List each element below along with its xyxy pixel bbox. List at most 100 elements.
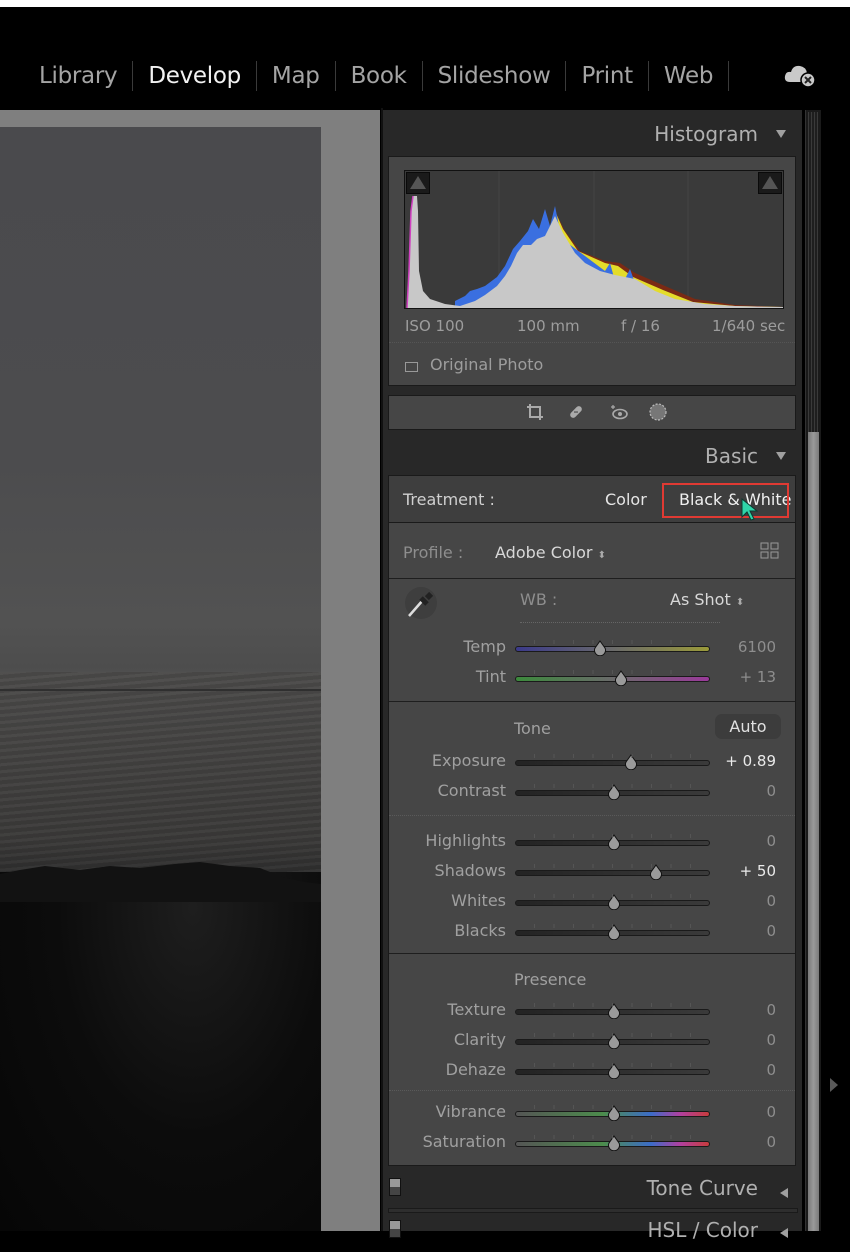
module-library[interactable]: Library: [24, 63, 132, 89]
exposure-value[interactable]: + 0.89: [716, 752, 776, 770]
module-slideshow[interactable]: Slideshow: [423, 63, 566, 89]
module-book[interactable]: Book: [336, 63, 422, 89]
saturation-slider-ticks: [534, 1135, 691, 1139]
module-separator: [728, 61, 730, 91]
tone-curve-panel-header[interactable]: Tone Curve: [383, 1168, 802, 1206]
stepper-arrows-icon: ⬍: [735, 597, 745, 608]
photo-preview[interactable]: [0, 127, 321, 1231]
highlight-annotation-box: [662, 483, 789, 518]
temp-slider-ticks: [534, 640, 691, 644]
histogram-box: ISO 100 100 mm f / 16 1/640 sec Original…: [388, 156, 796, 386]
blacks-slider[interactable]: [515, 924, 710, 940]
right-panel-toggle-icon[interactable]: [830, 1078, 838, 1092]
vibrance-value[interactable]: 0: [716, 1103, 776, 1121]
highlight-clipping-indicator[interactable]: [758, 172, 782, 194]
temp-value[interactable]: 6100: [716, 638, 776, 656]
contrast-value[interactable]: 0: [716, 782, 776, 800]
presence-label: Presence: [514, 970, 587, 989]
histogram-separator: [389, 342, 795, 343]
collapse-triangle-icon[interactable]: [776, 130, 786, 138]
wb-divider: [389, 701, 795, 702]
crop-icon[interactable]: [525, 402, 545, 422]
tint-slider[interactable]: [515, 670, 710, 686]
contrast-slider[interactable]: [515, 784, 710, 800]
tint-value[interactable]: + 13: [716, 668, 776, 686]
expand-triangle-icon[interactable]: [780, 1228, 788, 1238]
highlights-slider[interactable]: [515, 834, 710, 850]
wb-eyedropper-icon[interactable]: [403, 586, 439, 620]
panel-toggle-switch[interactable]: [389, 1220, 401, 1238]
auto-tone-button[interactable]: Auto: [715, 714, 781, 739]
photo-sea: [0, 672, 321, 882]
shadows-slider[interactable]: [515, 864, 710, 880]
vibrance-slider[interactable]: [515, 1105, 710, 1121]
histogram-panel-header[interactable]: Histogram: [383, 112, 802, 154]
shadows-value[interactable]: + 50: [716, 862, 776, 880]
profile-dropdown[interactable]: Adobe Color ⬍: [495, 543, 606, 562]
shadow-clipping-indicator[interactable]: [406, 172, 430, 194]
treatment-label: Treatment :: [403, 490, 495, 509]
exposure-slider-ticks: [534, 754, 691, 758]
dehaze-slider[interactable]: [515, 1063, 710, 1079]
exif-iso: ISO 100: [405, 317, 465, 335]
blacks-label: Blacks: [454, 921, 506, 940]
original-photo-label: Original Photo: [430, 355, 544, 374]
clarity-slider[interactable]: [515, 1033, 710, 1049]
blacks-value[interactable]: 0: [716, 922, 776, 940]
red-eye-icon[interactable]: [609, 402, 629, 422]
texture-value[interactable]: 0: [716, 1001, 776, 1019]
exif-focal-length: 100 mm: [517, 317, 580, 335]
clarity-label: Clarity: [453, 1030, 506, 1049]
basic-panel-body: Treatment : Color Black & White Profile …: [388, 475, 796, 1166]
panel-toggle-switch[interactable]: [389, 1178, 401, 1196]
saturation-label: Saturation: [422, 1132, 506, 1151]
exposure-slider[interactable]: [515, 754, 710, 770]
blacks-slider-ticks: [534, 924, 691, 928]
window-top-edge: [0, 0, 850, 7]
healing-icon[interactable]: [566, 402, 586, 422]
scrollbar-track[interactable]: [808, 112, 818, 432]
histogram-title: Histogram: [654, 122, 758, 146]
basic-title: Basic: [705, 444, 758, 468]
panel-scrollbar[interactable]: [805, 110, 821, 1231]
basic-panel-header[interactable]: Basic: [383, 434, 802, 476]
module-print[interactable]: Print: [566, 63, 647, 89]
profile-browser-grid-icon[interactable]: [760, 542, 780, 560]
texture-slider[interactable]: [515, 1003, 710, 1019]
cloud-sync-error-icon[interactable]: [784, 62, 818, 88]
clarity-value[interactable]: 0: [716, 1031, 776, 1049]
dehaze-label: Dehaze: [445, 1060, 506, 1079]
treatment-color-button[interactable]: Color: [605, 490, 647, 509]
photo-rocks: [0, 872, 321, 1231]
photo-canvas[interactable]: [0, 110, 380, 1231]
module-web[interactable]: Web: [649, 63, 728, 89]
masking-icon[interactable]: [648, 402, 668, 422]
module-develop[interactable]: Develop: [133, 63, 256, 89]
tone-divider: [389, 815, 795, 816]
expand-triangle-icon[interactable]: [780, 1188, 788, 1198]
module-map[interactable]: Map: [257, 63, 335, 89]
wb-dropdown[interactable]: As Shot ⬍: [670, 590, 744, 609]
stepper-arrows-icon: ⬍: [597, 550, 606, 561]
exif-aperture: f / 16: [621, 317, 660, 335]
whites-value[interactable]: 0: [716, 892, 776, 910]
whites-label: Whites: [451, 891, 506, 910]
saturation-value[interactable]: 0: [716, 1133, 776, 1151]
scrollbar-thumb[interactable]: [808, 432, 819, 1231]
whites-slider[interactable]: [515, 894, 710, 910]
dehaze-value[interactable]: 0: [716, 1061, 776, 1079]
hsl-color-title: HSL / Color: [647, 1218, 758, 1242]
saturation-slider[interactable]: [515, 1135, 710, 1151]
module-picker: Library Develop Map Book Slideshow Print Web: [24, 56, 730, 96]
contrast-label: Contrast: [437, 781, 506, 800]
hsl-color-panel-header[interactable]: HSL / Color: [383, 1214, 802, 1252]
wb-value: As Shot: [670, 590, 731, 609]
original-photo-checkbox[interactable]: [405, 362, 418, 372]
collapse-triangle-icon[interactable]: [776, 452, 786, 460]
highlights-value[interactable]: 0: [716, 832, 776, 850]
shadows-slider-ticks: [534, 864, 691, 868]
temp-slider[interactable]: [515, 640, 710, 656]
texture-label: Texture: [447, 1000, 506, 1019]
histogram-graph[interactable]: [404, 170, 784, 309]
panel-separator: [388, 1208, 798, 1213]
